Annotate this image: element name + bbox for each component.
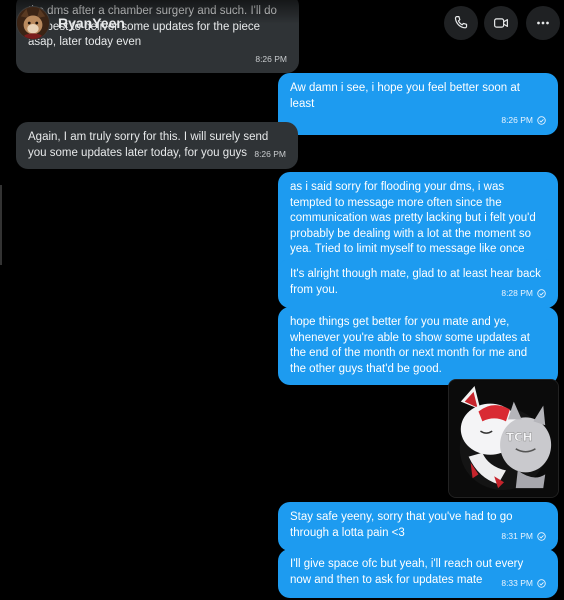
message-time: 8:31 PM: [501, 531, 533, 541]
video-icon: [494, 18, 508, 28]
more-options-button[interactable]: [526, 6, 560, 40]
sent-check-icon: [537, 289, 546, 298]
message-time: 8:26 PM: [254, 149, 286, 159]
message-outgoing[interactable]: It's alright though mate, glad to at lea…: [278, 259, 558, 308]
message-outgoing[interactable]: Aw damn i see, i hope you feel better so…: [278, 73, 558, 135]
conversation-header: RyanYeen: [0, 0, 564, 44]
message-time: 8:28 PM: [501, 288, 533, 298]
message-text: Aw damn i see, i hope you feel better so…: [290, 82, 520, 110]
message-time: 8:33 PM: [501, 578, 533, 588]
sent-check-icon: [537, 579, 546, 588]
dm-conversation: RyanYeen the dms after a chamber surgery…: [0, 0, 564, 600]
sent-check-icon: [537, 116, 546, 125]
message-time: 8:26 PM: [255, 53, 287, 64]
message-text: hope things get better for you mate and …: [290, 316, 531, 375]
message-outgoing[interactable]: hope things get better for you mate and …: [278, 307, 558, 385]
call-button[interactable]: [444, 6, 478, 40]
contact-name[interactable]: RyanYeen: [58, 15, 125, 31]
more-icon: [537, 21, 549, 25]
message-time: 8:26 PM: [501, 115, 533, 125]
video-call-button[interactable]: [484, 6, 518, 40]
sticker-image[interactable]: TCH: [448, 379, 559, 498]
message-outgoing[interactable]: Stay safe yeeny, sorry that you've had t…: [278, 502, 558, 551]
contact-avatar[interactable]: [16, 6, 50, 40]
side-scroll-indicator: [0, 185, 2, 265]
message-incoming[interactable]: Again, I am truly sorry for this. I will…: [16, 122, 298, 169]
phone-icon: [454, 16, 468, 29]
message-outgoing[interactable]: I'll give space ofc but yeah, i'll reach…: [278, 549, 558, 598]
sent-check-icon: [537, 532, 546, 541]
sticker-text: TCH: [506, 430, 533, 444]
